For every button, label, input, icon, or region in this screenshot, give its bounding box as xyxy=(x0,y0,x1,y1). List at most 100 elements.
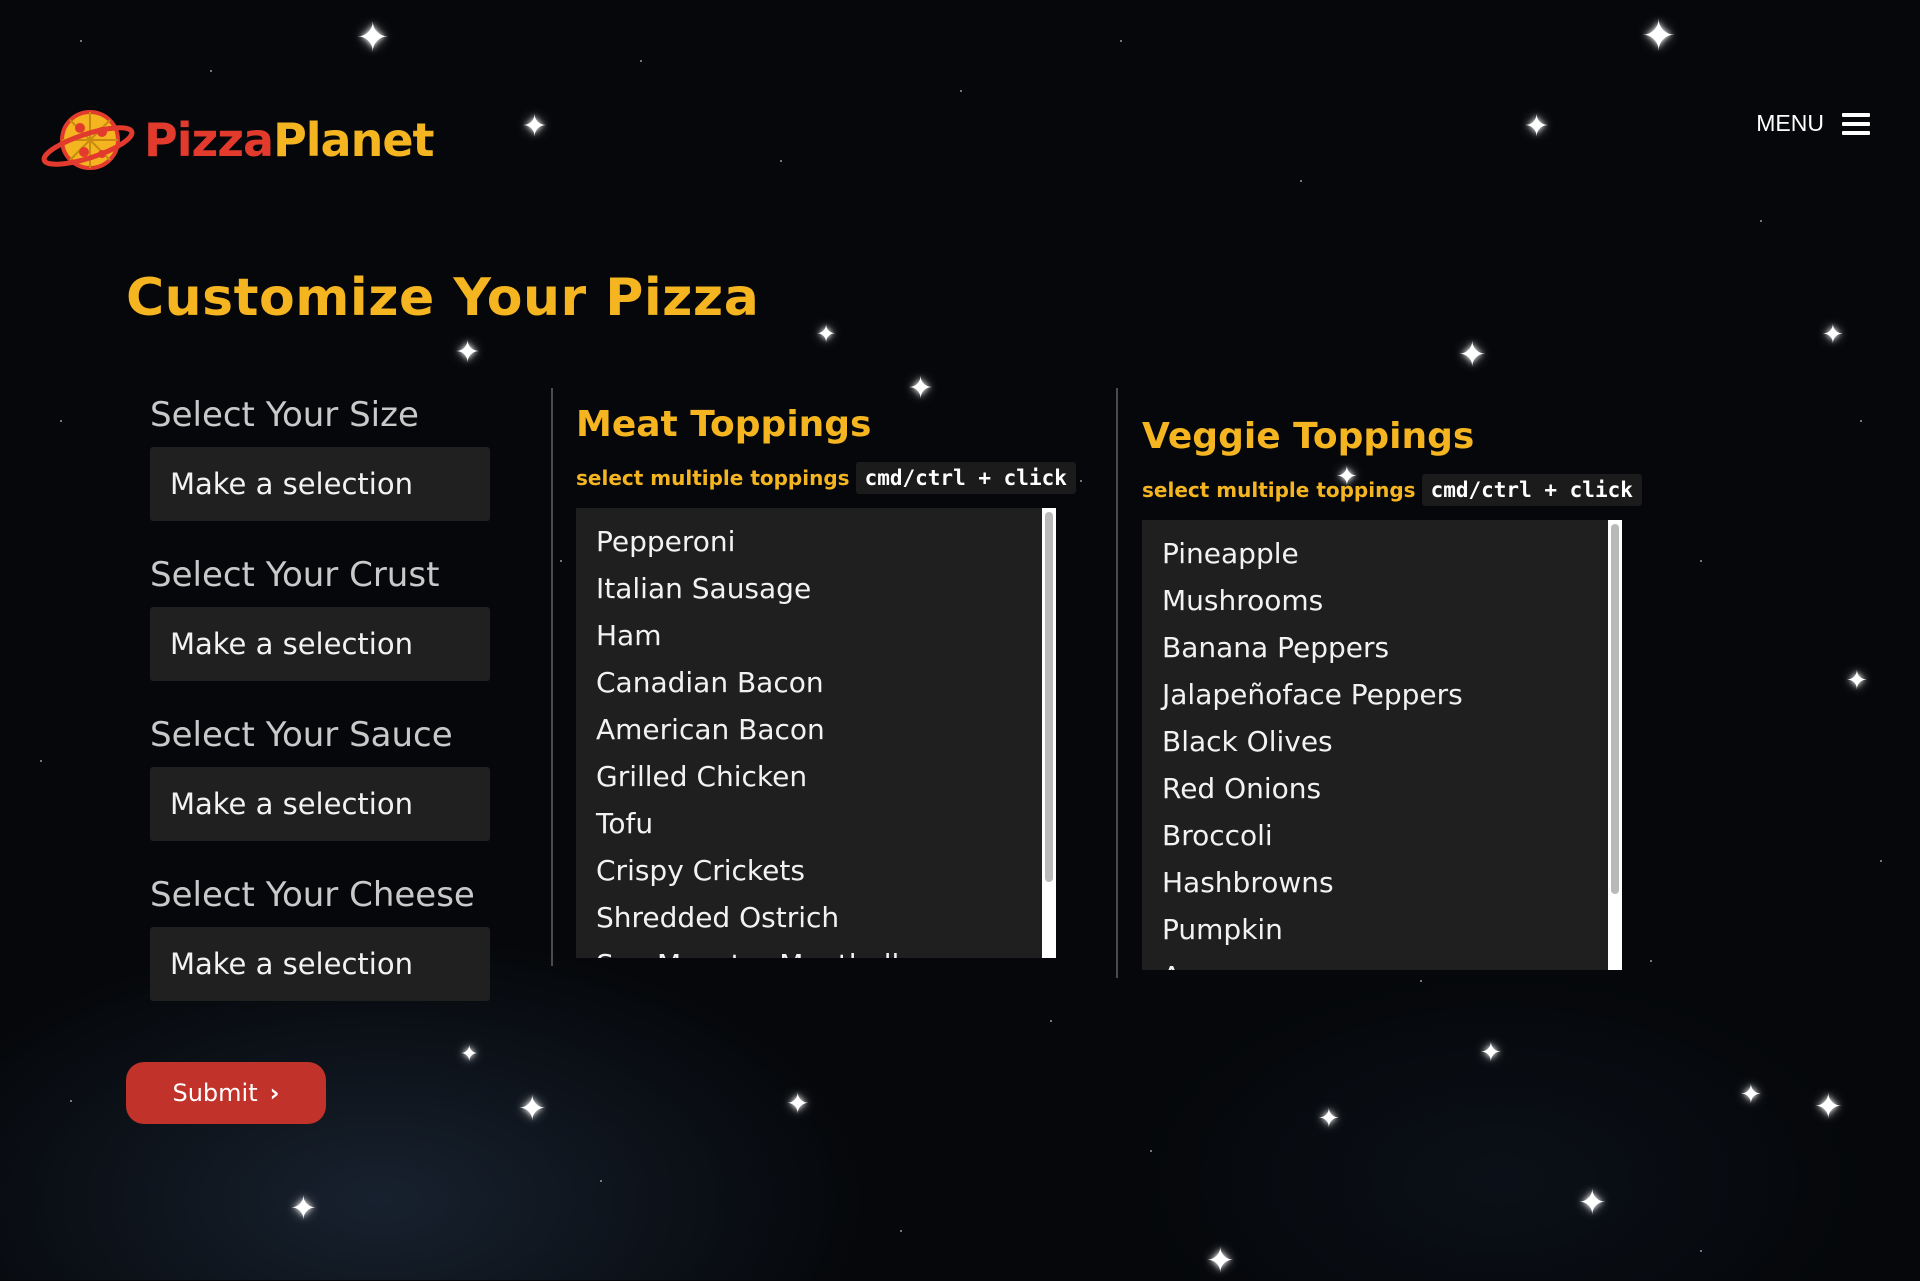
submit-button[interactable]: Submit › xyxy=(126,1062,326,1124)
veggie-option[interactable]: Banana Peppers xyxy=(1162,624,1622,671)
veggie-hint: select multiple toppings cmd/ctrl + clic… xyxy=(1142,474,1642,506)
brand-word-pizza: Pizza xyxy=(144,113,274,167)
star-icon: ✦ xyxy=(1578,1183,1607,1223)
star-icon: ✦ xyxy=(455,335,481,370)
size-label: Select Your Size xyxy=(150,395,419,435)
star-dot xyxy=(560,560,562,562)
star-icon: ✦ xyxy=(1524,109,1550,144)
star-icon: ✦ xyxy=(1458,335,1487,375)
meat-option[interactable]: Canadian Bacon xyxy=(596,659,1056,706)
star-dot xyxy=(1080,480,1082,482)
crust-select[interactable]: Make a selection xyxy=(150,607,490,681)
veggie-option[interactable]: Jalapeñoface Peppers xyxy=(1162,671,1622,718)
star-dot xyxy=(960,90,962,92)
brand-name: PizzaPlanet xyxy=(144,113,435,167)
veggie-option[interactable]: Pineapple xyxy=(1162,530,1622,577)
star-dot xyxy=(1120,40,1122,42)
star-icon: ✦ xyxy=(1480,1038,1502,1068)
meat-option[interactable]: Shredded Ostrich xyxy=(596,894,1056,941)
star-dot xyxy=(1700,1250,1702,1252)
meat-hint: select multiple toppings cmd/ctrl + clic… xyxy=(576,462,1076,494)
star-icon: ✦ xyxy=(786,1087,810,1120)
star-icon: ✦ xyxy=(290,1189,317,1227)
meat-option[interactable]: Italian Sausage xyxy=(596,565,1056,612)
star-dot xyxy=(1300,180,1302,182)
meat-option[interactable]: Crispy Crickets xyxy=(596,847,1056,894)
star-dot xyxy=(40,760,42,762)
veggie-toppings-title: Veggie Toppings xyxy=(1142,416,1475,457)
star-dot xyxy=(1700,560,1702,562)
crust-label: Select Your Crust xyxy=(150,555,440,595)
star-icon: ✦ xyxy=(1641,11,1677,60)
meat-scroll-thumb[interactable] xyxy=(1045,512,1053,882)
brand-word-planet: Planet xyxy=(273,113,434,167)
veggie-toppings-listbox[interactable]: Pineapple Mushrooms Banana Peppers Jalap… xyxy=(1142,520,1622,970)
star-dot xyxy=(210,70,212,72)
brand-logo[interactable]: PizzaPlanet xyxy=(40,100,435,180)
meat-scrollbar[interactable] xyxy=(1042,508,1056,958)
meat-toppings-section: Meat Toppings select multiple toppings c… xyxy=(576,400,1076,958)
meat-hint-text: select multiple toppings xyxy=(576,466,850,490)
sauce-select[interactable]: Make a selection xyxy=(150,767,490,841)
menu-button[interactable]: MENU xyxy=(1756,110,1870,137)
pizza-planet-icon xyxy=(41,110,135,170)
meat-option[interactable]: Pepperoni xyxy=(596,518,1056,565)
menu-label: MENU xyxy=(1756,110,1824,136)
star-icon: ✦ xyxy=(518,1089,547,1129)
star-icon: ✦ xyxy=(1822,320,1844,350)
meat-option[interactable]: Grilled Chicken xyxy=(596,753,1056,800)
veggie-scrollbar[interactable] xyxy=(1608,520,1622,970)
meat-toppings-title: Meat Toppings xyxy=(576,404,872,445)
submit-label: Submit xyxy=(172,1079,258,1107)
veggie-shortcut-kbd: cmd/ctrl + click xyxy=(1421,474,1642,506)
veggie-option[interactable]: Pumpkin xyxy=(1162,906,1622,953)
veggie-option[interactable]: Broccoli xyxy=(1162,812,1622,859)
star-dot xyxy=(600,1180,602,1182)
size-select[interactable]: Make a selection xyxy=(150,447,490,521)
meat-shortcut-kbd: cmd/ctrl + click xyxy=(855,462,1076,494)
meat-toppings-listbox[interactable]: Pepperoni Italian Sausage Ham Canadian B… xyxy=(576,508,1056,958)
veggie-option[interactable]: Asparagus xyxy=(1162,953,1622,970)
cheese-label: Select Your Cheese xyxy=(150,875,475,915)
cheese-select[interactable]: Make a selection xyxy=(150,927,490,1001)
veggie-option[interactable]: Red Onions xyxy=(1162,765,1622,812)
veggie-hint-text: select multiple toppings xyxy=(1142,478,1416,502)
star-icon: ✦ xyxy=(356,15,390,61)
star-dot xyxy=(1650,960,1652,962)
page-title: Customize Your Pizza xyxy=(126,268,760,328)
veggie-option[interactable]: Mushrooms xyxy=(1162,577,1622,624)
star-dot xyxy=(1050,1020,1052,1022)
star-icon: ✦ xyxy=(1318,1104,1340,1134)
star-dot xyxy=(1150,1150,1152,1152)
star-dot xyxy=(1880,860,1882,862)
star-dot xyxy=(640,60,642,62)
meat-option[interactable]: Tofu xyxy=(596,800,1056,847)
star-dot xyxy=(60,420,62,422)
veggie-option[interactable]: Hashbrowns xyxy=(1162,859,1622,906)
column-divider xyxy=(1116,388,1118,978)
star-icon: ✦ xyxy=(1740,1080,1762,1110)
veggie-option[interactable]: Black Olives xyxy=(1162,718,1622,765)
meat-option[interactable]: Ham xyxy=(596,612,1056,659)
veggie-toppings-section: Veggie Toppings select multiple toppings… xyxy=(1142,412,1642,970)
star-icon: ✦ xyxy=(1814,1087,1843,1127)
star-icon: ✦ xyxy=(522,109,548,144)
chevron-right-icon: › xyxy=(269,1079,280,1107)
star-dot xyxy=(80,40,82,42)
meat-option[interactable]: Sea Monster Meatballs xyxy=(596,941,1056,958)
star-icon: ✦ xyxy=(816,320,837,348)
veggie-scroll-thumb[interactable] xyxy=(1611,524,1619,894)
star-icon: ✦ xyxy=(1846,666,1868,696)
star-icon: ✦ xyxy=(460,1042,479,1067)
star-dot xyxy=(1860,420,1862,422)
meat-option[interactable]: American Bacon xyxy=(596,706,1056,753)
column-divider xyxy=(551,388,553,966)
star-dot xyxy=(900,1230,902,1232)
hamburger-icon[interactable] xyxy=(1842,112,1870,135)
star-dot xyxy=(1420,980,1422,982)
star-icon: ✦ xyxy=(1206,1241,1235,1281)
sauce-label: Select Your Sauce xyxy=(150,715,453,755)
base-options: Select Your Size Make a selection Select… xyxy=(150,395,490,1035)
star-dot xyxy=(780,160,782,162)
star-dot xyxy=(70,1100,72,1102)
